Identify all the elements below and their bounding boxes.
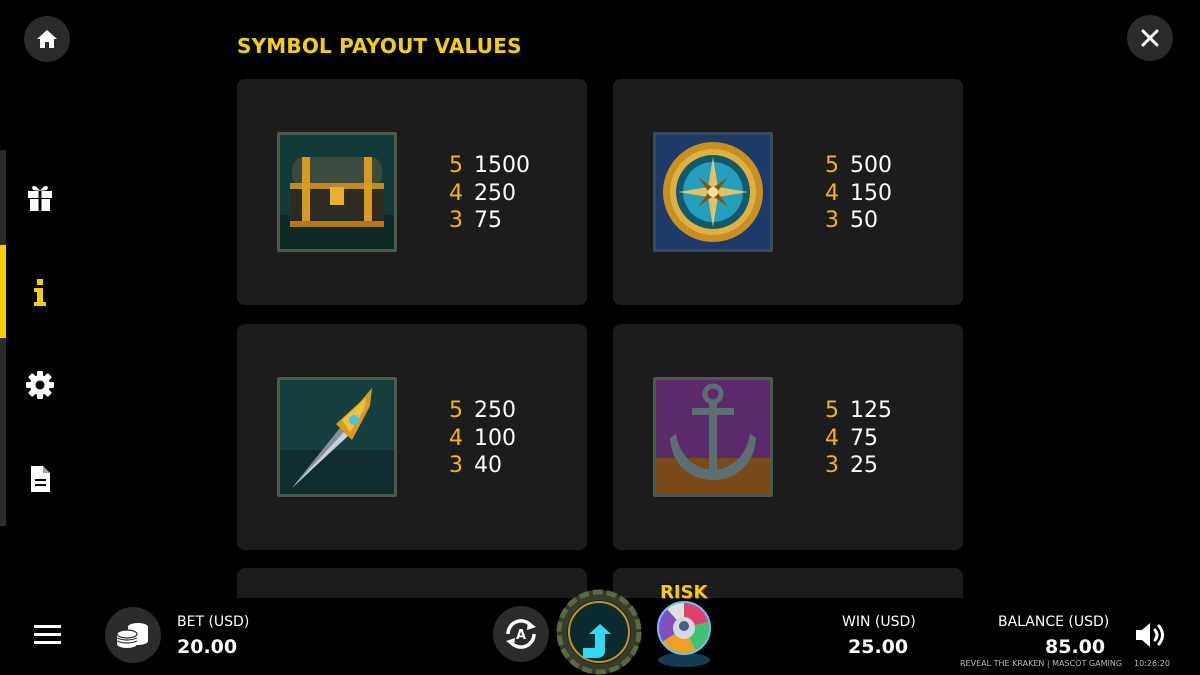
symbol-count: 3 xyxy=(825,208,839,233)
symbol-count: 4 xyxy=(449,425,463,451)
payout-row: 5 250 xyxy=(449,397,516,425)
spin-button[interactable] xyxy=(556,589,642,675)
symbol-count: 5 xyxy=(825,153,839,178)
balance-value: 85.00 xyxy=(1045,636,1106,658)
payout-value: 125 xyxy=(850,398,892,423)
payout-list: 5 250 4 100 3 40 xyxy=(449,397,516,480)
payout-value: 40 xyxy=(474,453,502,478)
payout-row: 3 75 xyxy=(449,207,530,235)
sound-button[interactable] xyxy=(1134,620,1170,650)
info-icon xyxy=(34,279,46,306)
anchor-symbol xyxy=(653,377,773,497)
payout-row: 4 100 xyxy=(449,425,516,453)
payout-value: 150 xyxy=(850,180,892,206)
sidebar-track xyxy=(0,150,6,526)
dagger-symbol xyxy=(277,377,397,497)
close-icon xyxy=(1141,29,1159,47)
payout-row: 5 125 xyxy=(825,397,892,425)
sidebar-item-settings[interactable] xyxy=(24,369,56,401)
payout-list: 5 500 4 150 3 50 xyxy=(825,152,892,235)
symbol-count: 4 xyxy=(449,180,463,206)
payout-list: 5 125 4 75 3 25 xyxy=(825,397,892,480)
symbol-count: 3 xyxy=(825,453,839,478)
spin-icon xyxy=(556,589,642,675)
payout-row: 4 250 xyxy=(449,180,530,208)
gear-icon xyxy=(26,371,54,399)
paytable-screen: SYMBOL PAYOUT VALUES 5 1500 4 250 3 75 5… xyxy=(0,0,1200,675)
compass-symbol xyxy=(653,132,773,252)
risk-button[interactable]: RISK xyxy=(648,580,720,670)
payout-value: 25 xyxy=(850,453,878,478)
paytable-card: 5 250 4 100 3 40 xyxy=(237,324,587,550)
payout-value: 1500 xyxy=(474,153,530,178)
symbol-count: 4 xyxy=(825,425,839,451)
paytable-card: 5 125 4 75 3 25 xyxy=(613,324,963,550)
coins-icon xyxy=(116,623,148,648)
payout-row: 3 50 xyxy=(825,207,892,235)
payout-value: 50 xyxy=(850,208,878,233)
payout-value: 250 xyxy=(474,180,516,206)
payout-value: 250 xyxy=(474,398,516,423)
treasure-chest-symbol xyxy=(277,132,397,252)
document-icon xyxy=(31,466,50,492)
win-value: 25.00 xyxy=(848,636,909,658)
sidebar-item-bonus[interactable] xyxy=(24,181,56,213)
payout-row: 3 25 xyxy=(825,452,892,480)
menu-button[interactable] xyxy=(34,623,62,647)
autoplay-icon: A xyxy=(506,619,536,649)
payout-row: 5 1500 xyxy=(449,152,530,180)
sidebar-item-rules[interactable] xyxy=(24,463,56,495)
symbol-count: 4 xyxy=(825,180,839,206)
svg-text:A: A xyxy=(516,628,526,643)
home-button[interactable] xyxy=(24,16,70,62)
payout-value: 500 xyxy=(850,153,892,178)
hamburger-icon xyxy=(34,625,61,644)
home-icon xyxy=(37,30,57,48)
autoplay-button[interactable]: A xyxy=(493,606,549,662)
symbol-count: 5 xyxy=(449,153,463,178)
payout-row: 3 40 xyxy=(449,452,516,480)
symbol-count: 5 xyxy=(825,398,839,423)
paytable-card: 5 1500 4 250 3 75 xyxy=(237,79,587,305)
win-label: WIN (USD) xyxy=(842,614,916,630)
payout-value: 100 xyxy=(474,425,516,451)
symbol-count: 3 xyxy=(449,208,463,233)
page-title: SYMBOL PAYOUT VALUES xyxy=(237,34,522,58)
sidebar-item-info[interactable] xyxy=(24,276,56,308)
payout-value: 75 xyxy=(850,425,878,451)
symbol-count: 3 xyxy=(449,453,463,478)
bet-button[interactable] xyxy=(105,607,161,663)
payout-row: 4 75 xyxy=(825,425,892,453)
speaker-icon xyxy=(1136,623,1164,647)
sidebar-active-indicator xyxy=(0,245,6,338)
payout-row: 4 150 xyxy=(825,180,892,208)
symbol-count: 5 xyxy=(449,398,463,423)
paytable-card-partial xyxy=(237,568,587,598)
bet-value: 20.00 xyxy=(177,636,238,658)
game-provider-text: REVEAL THE KRAKEN | MASCOT GAMING xyxy=(960,659,1123,668)
close-button[interactable] xyxy=(1127,15,1173,61)
gift-icon xyxy=(28,186,52,211)
clock: 10:26:20 xyxy=(1134,659,1170,668)
bet-label: BET (USD) xyxy=(177,614,250,630)
paytable-card: 5 500 4 150 3 50 xyxy=(613,79,963,305)
payout-list: 5 1500 4 250 3 75 xyxy=(449,152,530,235)
payout-row: 5 500 xyxy=(825,152,892,180)
balance-label: BALANCE (USD) xyxy=(998,614,1110,630)
payout-value: 75 xyxy=(474,208,502,233)
risk-label: RISK xyxy=(660,582,708,603)
